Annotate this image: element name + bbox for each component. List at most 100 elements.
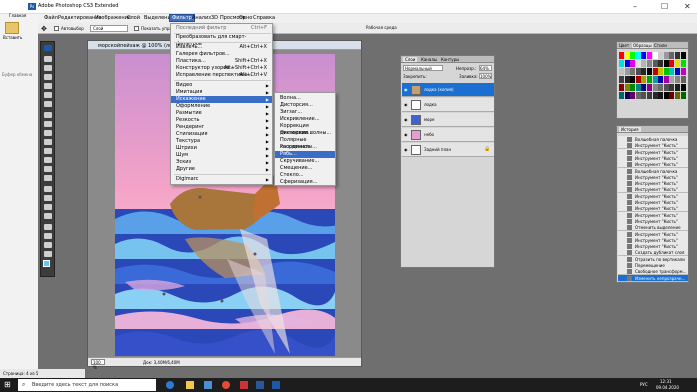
tab-history[interactable]: История — [619, 127, 641, 132]
submenu-item-twirl[interactable]: Скручивание... — [275, 158, 335, 165]
swatch[interactable] — [663, 76, 669, 83]
swatch[interactable] — [641, 84, 647, 91]
menu-item-filter-gallery[interactable]: Галерея фильтров... — [171, 51, 272, 58]
layer-row[interactable]: ◉ лодка (копия) — [402, 83, 494, 97]
swatch[interactable] — [663, 52, 669, 59]
menu-item-extract[interactable]: Извлечь... Alt+Ctrl+X — [171, 44, 272, 51]
word-icon[interactable] — [256, 381, 264, 389]
history-item[interactable]: Изменить непрозрачн... — [618, 274, 688, 282]
menu-item-brush-strokes[interactable]: Штрихи ▶ — [171, 145, 272, 152]
store-icon[interactable] — [204, 381, 212, 389]
magic-wand-tool[interactable] — [44, 83, 52, 89]
submenu-item-spherize[interactable]: Сферизация... — [275, 179, 335, 186]
swatch[interactable] — [652, 60, 658, 67]
swatch[interactable] — [675, 68, 680, 75]
tab-channels[interactable]: Каналы — [421, 57, 437, 62]
swatch[interactable] — [619, 68, 624, 75]
menu-item-render[interactable]: Рендеринг ▶ — [171, 124, 272, 131]
menu-item-texture[interactable]: Текстура ▶ — [171, 138, 272, 145]
eye-icon[interactable]: ◉ — [404, 117, 408, 122]
swatch[interactable] — [669, 76, 675, 83]
swatch[interactable] — [630, 52, 636, 59]
swatch[interactable] — [647, 76, 652, 83]
swatch[interactable] — [630, 60, 636, 67]
swatch[interactable] — [635, 84, 641, 91]
swatch[interactable] — [658, 52, 664, 59]
menu-item-last-filter[interactable]: Последний фильтр Ctrl+F — [171, 25, 272, 32]
menu-item-sketch[interactable]: Эскиз ▶ — [171, 159, 272, 166]
submenu-item-zigzag[interactable]: Зигзаг... — [275, 109, 335, 116]
swatch[interactable] — [647, 92, 652, 99]
swatch[interactable] — [675, 52, 680, 59]
swatch-grid[interactable] — [619, 52, 687, 112]
layer-row[interactable]: ◉ море — [402, 113, 494, 127]
healing-tool[interactable] — [44, 112, 52, 118]
lasso-tool[interactable] — [44, 74, 52, 80]
swatch[interactable] — [652, 92, 658, 99]
swatch[interactable] — [635, 60, 641, 67]
swatch[interactable] — [647, 52, 652, 59]
paste-label[interactable]: Вставить — [3, 35, 22, 40]
swatch[interactable] — [663, 92, 669, 99]
blur-tool[interactable] — [44, 166, 52, 172]
swatch[interactable] — [630, 68, 636, 75]
maximize-icon[interactable]: ☐ — [661, 2, 668, 11]
swatch[interactable] — [680, 84, 686, 91]
menu-item-sharpen[interactable]: Резкость ▶ — [171, 117, 272, 124]
clock-date[interactable]: 09.04.2020 — [656, 385, 679, 390]
clock-time[interactable]: 12:31 — [660, 379, 672, 384]
swatch[interactable] — [641, 60, 647, 67]
swatch[interactable] — [675, 84, 680, 91]
swatch[interactable] — [630, 92, 636, 99]
swatch[interactable] — [680, 60, 686, 67]
swatch[interactable] — [663, 60, 669, 67]
swatch[interactable] — [652, 76, 658, 83]
swatch[interactable] — [658, 92, 664, 99]
swatch[interactable] — [675, 60, 680, 67]
workspace-button[interactable]: Рабочая среда — [366, 25, 397, 30]
swatch[interactable] — [663, 84, 669, 91]
menu-item-stylize[interactable]: Стилизация ▶ — [171, 131, 272, 138]
tab-paths[interactable]: Контуры — [441, 57, 459, 62]
menu-item-vanishing-point[interactable]: Исправление перспективы... Alt+Ctrl+V — [171, 72, 272, 79]
swatch[interactable] — [663, 68, 669, 75]
swatch[interactable] — [652, 52, 658, 59]
paste-icon[interactable] — [5, 22, 19, 34]
stamp-tool[interactable] — [44, 130, 52, 136]
menu-item-pixelate[interactable]: Оформление ▶ — [171, 103, 272, 110]
layer-row[interactable]: ◉ Задний план 🔒 — [402, 143, 494, 157]
swatch[interactable] — [630, 84, 636, 91]
submenu-item-shear[interactable]: Искривление... — [275, 116, 335, 123]
swatch[interactable] — [669, 84, 675, 91]
show-transform-checkbox[interactable] — [134, 26, 139, 31]
swatch[interactable] — [658, 76, 664, 83]
swatch[interactable] — [680, 92, 686, 99]
eraser-tool[interactable] — [44, 148, 52, 154]
swatch[interactable] — [647, 84, 652, 91]
eye-icon[interactable]: ◉ — [404, 87, 408, 92]
swatch[interactable] — [641, 68, 647, 75]
submenu-item-wave[interactable]: Волна... — [275, 95, 335, 102]
menu-item-liquify[interactable]: Пластика... Shift+Ctrl+X — [171, 58, 272, 65]
menu-item-other[interactable]: Другие ▶ — [171, 166, 272, 173]
submenu-item-displace[interactable]: Смещение... — [275, 165, 335, 172]
dodge-tool[interactable] — [44, 175, 52, 181]
swatch[interactable] — [630, 76, 636, 83]
swatch[interactable] — [619, 76, 624, 83]
menu-item-video[interactable]: Видео ▶ — [171, 82, 272, 89]
swatch[interactable] — [680, 52, 686, 59]
swatch[interactable] — [619, 60, 624, 67]
language-indicator[interactable]: РУС — [640, 382, 648, 387]
menu-layer[interactable]: Слой — [125, 15, 142, 21]
layer-row[interactable]: ◉ небо — [402, 128, 494, 142]
swatch[interactable] — [647, 60, 652, 67]
home-tab[interactable]: Главная — [9, 13, 26, 18]
submenu-item-glow[interactable]: Рассеянное свечение... — [275, 144, 335, 157]
move-tool-icon[interactable]: ✥ — [41, 25, 47, 33]
swatch[interactable] — [669, 52, 675, 59]
blend-mode-select[interactable]: Нормальный — [403, 65, 443, 71]
path-select-tool[interactable] — [44, 204, 52, 210]
auto-select-checkbox[interactable] — [54, 26, 59, 31]
menu-help[interactable]: Справка — [251, 15, 277, 21]
windows-start-icon[interactable]: ⊞ — [4, 381, 12, 389]
